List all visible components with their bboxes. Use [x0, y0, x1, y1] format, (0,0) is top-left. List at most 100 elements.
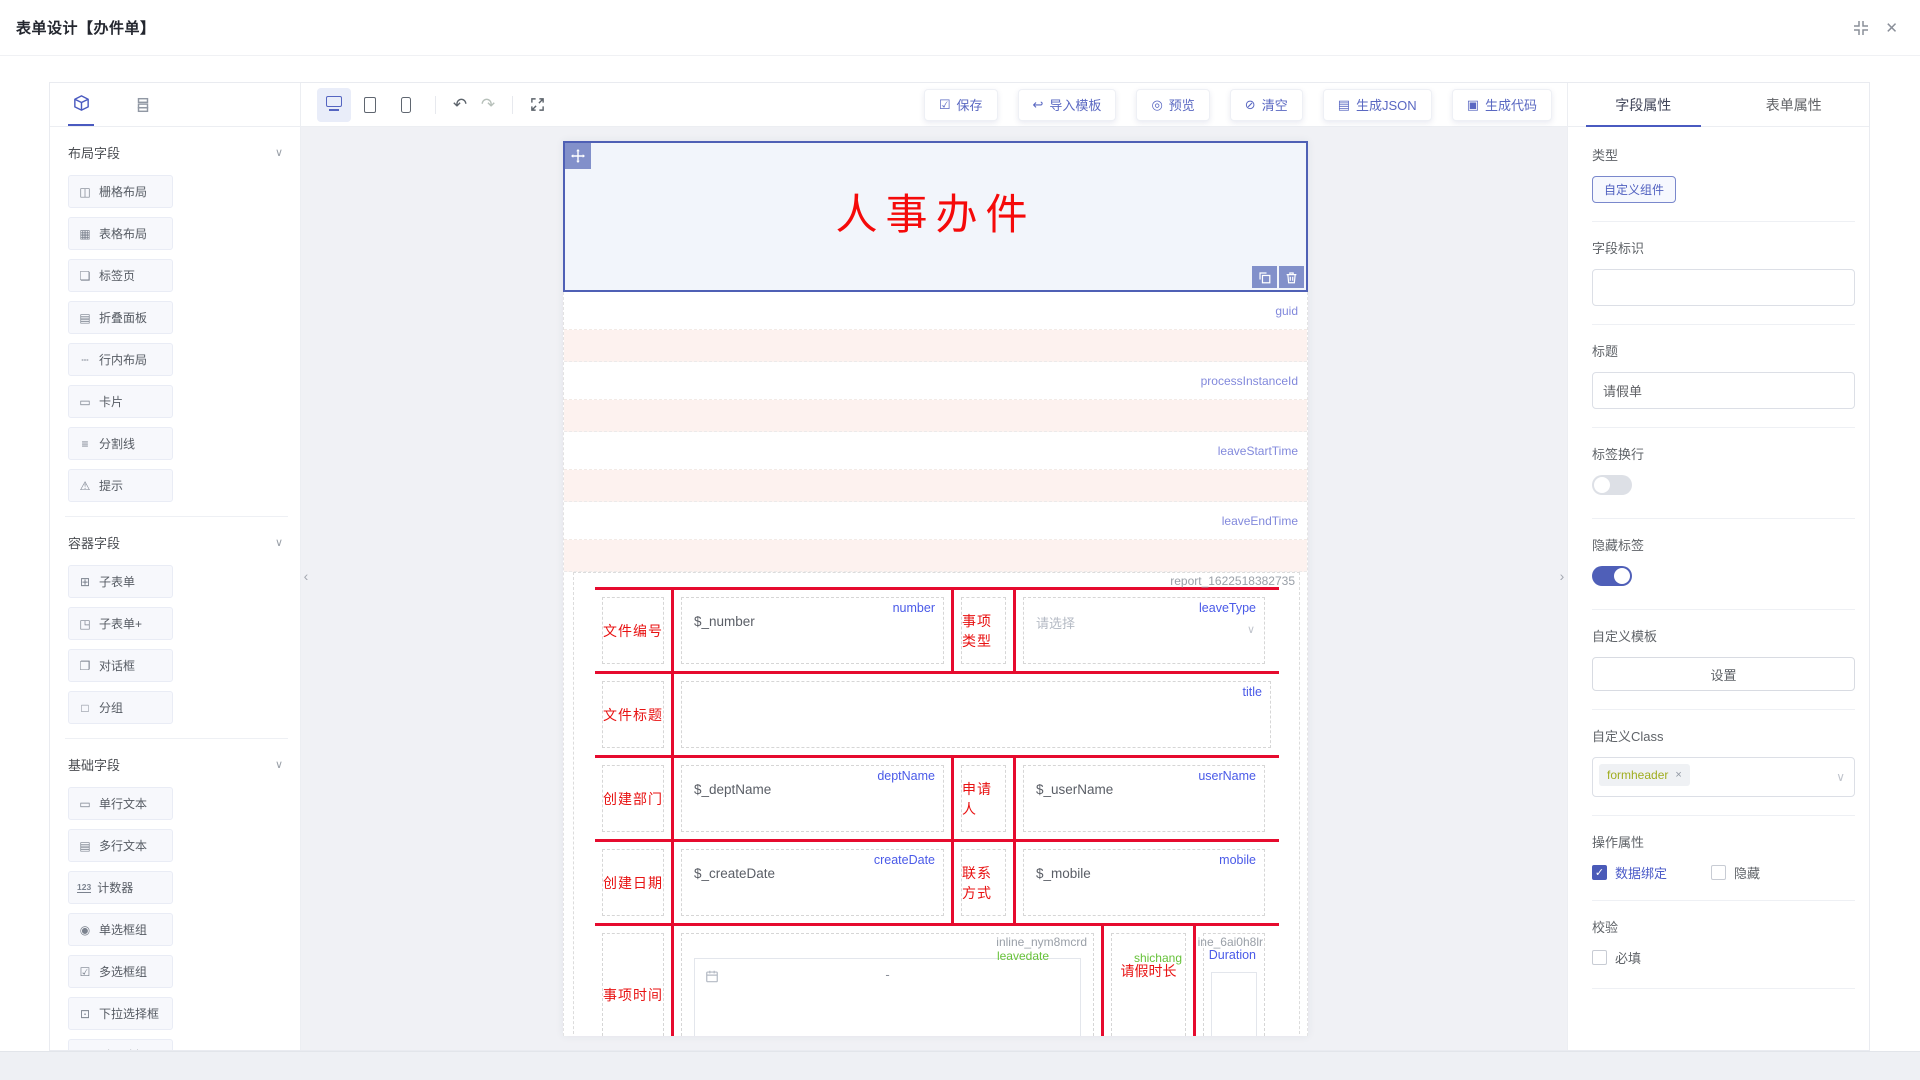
- drag-move-handle[interactable]: [565, 143, 591, 169]
- sidebar-item-counter[interactable]: 123计数器: [68, 871, 173, 904]
- table-label-cell[interactable]: 事项时间: [595, 926, 671, 1036]
- hidden-field-row-leaveEndTime[interactable]: leaveEndTime: [564, 502, 1307, 540]
- required-checkbox[interactable]: 必填: [1592, 948, 1641, 967]
- duration-input[interactable]: [1211, 972, 1257, 1036]
- tab-outline[interactable]: [130, 84, 156, 126]
- title-input[interactable]: [1592, 372, 1855, 409]
- field-id-input[interactable]: [1592, 269, 1855, 306]
- sidebar-item-inline-layout[interactable]: ┄行内布局: [68, 343, 173, 376]
- validation-label: 校验: [1592, 917, 1855, 936]
- sidebar-item-table-layout[interactable]: ▦表格布局: [68, 217, 173, 250]
- hidden-placeholder-row[interactable]: [564, 330, 1307, 362]
- delete-component-button[interactable]: [1279, 266, 1304, 288]
- checkbox-checked-icon: ✓: [1592, 865, 1607, 880]
- table-label-cell[interactable]: 事项类型: [951, 590, 1013, 671]
- sidebar-item-divider[interactable]: ≡分割线: [68, 427, 173, 460]
- sidebar-item-subform-plus[interactable]: ◳子表单+: [68, 607, 173, 640]
- undo-button[interactable]: ↶: [446, 91, 474, 119]
- copy-component-button[interactable]: [1252, 266, 1277, 288]
- table-label-cell[interactable]: 创建部门: [595, 758, 671, 839]
- sidebar-item-collapse-panel[interactable]: ▤折叠面板: [68, 301, 173, 334]
- sidebar-item-checkbox-group[interactable]: ☑多选框组: [68, 955, 173, 988]
- custom-class-select[interactable]: formheader × ∨: [1592, 757, 1855, 797]
- sidebar-item-group[interactable]: □分组: [68, 691, 173, 724]
- tab-field-properties[interactable]: 字段属性: [1568, 83, 1719, 126]
- daterange-component-leavedate[interactable]: inline_nym8mcrdleavedate-: [671, 926, 1101, 1036]
- generate-json-button[interactable]: ▤生成JSON: [1323, 89, 1432, 121]
- sidebar-item-subform[interactable]: ⊞子表单: [68, 565, 173, 598]
- input-component-title[interactable]: title: [671, 674, 1278, 755]
- hidden-placeholder-row[interactable]: [564, 400, 1307, 432]
- redo-button[interactable]: ↷: [474, 91, 502, 119]
- component-list: 布局字段∨◫栅格布局▦表格布局❏标签页▤折叠面板┄行内布局▭卡片≡分割线⚠提示容…: [50, 127, 300, 1050]
- sidebar-item-time-picker[interactable]: ◷时间选择器: [68, 1039, 173, 1050]
- generate-code-button[interactable]: ▣生成代码: [1452, 89, 1552, 121]
- input-component-deptName[interactable]: $_deptNamedeptName: [671, 758, 951, 839]
- custom-template-settings-button[interactable]: 设置: [1592, 657, 1855, 691]
- table-label-cell[interactable]: 创建日期: [595, 842, 671, 923]
- input-component-userName[interactable]: $_userNameuserName: [1013, 758, 1272, 839]
- device-desktop-button[interactable]: [317, 88, 351, 122]
- sidebar-item-dialog[interactable]: ❐对话框: [68, 649, 173, 682]
- device-mobile-button[interactable]: [389, 88, 423, 122]
- collapse-sidebar-handle[interactable]: ‹: [301, 557, 313, 595]
- sidebar-item-select[interactable]: ⊡下拉选择框: [68, 997, 173, 1030]
- data-binding-checkbox[interactable]: ✓ 数据绑定: [1592, 863, 1667, 882]
- section-header-2[interactable]: 基础字段∨: [68, 755, 283, 774]
- input-component-number[interactable]: $_numbernumber: [671, 590, 951, 671]
- sidebar-item-grid-layout[interactable]: ◫栅格布局: [68, 175, 173, 208]
- collapse-props-handle[interactable]: ›: [1555, 557, 1567, 595]
- tab-components[interactable]: [68, 84, 94, 126]
- section-header-1[interactable]: 容器字段∨: [68, 533, 283, 552]
- hidden-placeholder-row[interactable]: [564, 470, 1307, 502]
- table-label-cell[interactable]: 申请人: [951, 758, 1013, 839]
- generate-code-icon: ▣: [1467, 97, 1479, 113]
- section-divider: [65, 516, 288, 517]
- table-label-cell[interactable]: 联系方式: [951, 842, 1013, 923]
- remove-class-tag-icon[interactable]: ×: [1675, 769, 1681, 781]
- table-label-cell[interactable]: 文件编号: [595, 590, 671, 671]
- select-icon: ⊡: [77, 1007, 93, 1021]
- sidebar-item-card[interactable]: ▭卡片: [68, 385, 173, 418]
- chevron-down-icon: ∨: [1836, 770, 1845, 784]
- hide-label-toggle[interactable]: [1592, 566, 1632, 586]
- duration-component-Duration[interactable]: ine_6ai0h8lrDuration: [1193, 926, 1272, 1036]
- device-tablet-button[interactable]: [353, 88, 387, 122]
- preview-button[interactable]: ◎预览: [1136, 89, 1209, 121]
- window-close-icon[interactable]: ✕: [1885, 19, 1898, 37]
- hidden-field-row-leaveStartTime[interactable]: leaveStartTime: [564, 432, 1307, 470]
- sidebar-item-textarea[interactable]: ▤ 多行文本: [68, 829, 173, 862]
- tab-form-properties[interactable]: 表单属性: [1719, 83, 1870, 126]
- sidebar-item-label: 多行文本: [99, 837, 147, 854]
- hidden-checkbox[interactable]: 隐藏: [1711, 863, 1760, 882]
- hidden-field-row-processInstanceId[interactable]: processInstanceId: [564, 362, 1307, 400]
- sidebar-item-tabs[interactable]: ❏标签页: [68, 259, 173, 292]
- table-label-cell[interactable]: shichang请假时长: [1101, 926, 1193, 1036]
- sidebar-item-alert[interactable]: ⚠提示: [68, 469, 173, 502]
- hidden-field-row-guid[interactable]: guid: [564, 292, 1307, 330]
- select-component-leaveType[interactable]: 请选择leaveType∨: [1013, 590, 1272, 671]
- save-button[interactable]: ☑保存: [924, 89, 998, 121]
- daterange-picker[interactable]: -: [694, 958, 1081, 1036]
- sidebar-item-text-input[interactable]: ▭单行文本: [68, 787, 173, 820]
- label-wrap-toggle[interactable]: [1592, 475, 1632, 495]
- sidebar-item-radio-group[interactable]: ◉单选框组: [68, 913, 173, 946]
- table-label-cell[interactable]: 文件标题: [595, 674, 671, 755]
- field-caption: 联系方式: [962, 863, 1005, 903]
- fullscreen-button[interactable]: [523, 91, 551, 119]
- form-header-component[interactable]: 人事办件: [563, 141, 1308, 292]
- report-table-section[interactable]: report_1622518382735 文件编号$_numbernumber事…: [573, 572, 1300, 1036]
- import-template-button[interactable]: ↩导入模板: [1018, 89, 1117, 121]
- textarea-icon: ▤: [77, 839, 93, 853]
- clear-button[interactable]: ⊘清空: [1230, 89, 1303, 121]
- cell-content: 创建部门: [602, 765, 664, 832]
- input-component-createDate[interactable]: $_createDatecreateDate: [671, 842, 951, 923]
- section-header-0[interactable]: 布局字段∨: [68, 143, 283, 162]
- window-compress-icon[interactable]: [1853, 20, 1869, 36]
- field-id-label: leaveStartTime: [1218, 444, 1298, 458]
- hidden-placeholder-row[interactable]: [564, 540, 1307, 572]
- design-canvas[interactable]: ‹ › 人事办件: [301, 127, 1567, 1050]
- input-component-mobile[interactable]: $_mobilemobile: [1013, 842, 1272, 923]
- sidebar-item-label: 折叠面板: [99, 309, 147, 326]
- form-drop-area[interactable]: guid processInstanceId leaveStartTime leave…: [563, 292, 1308, 1036]
